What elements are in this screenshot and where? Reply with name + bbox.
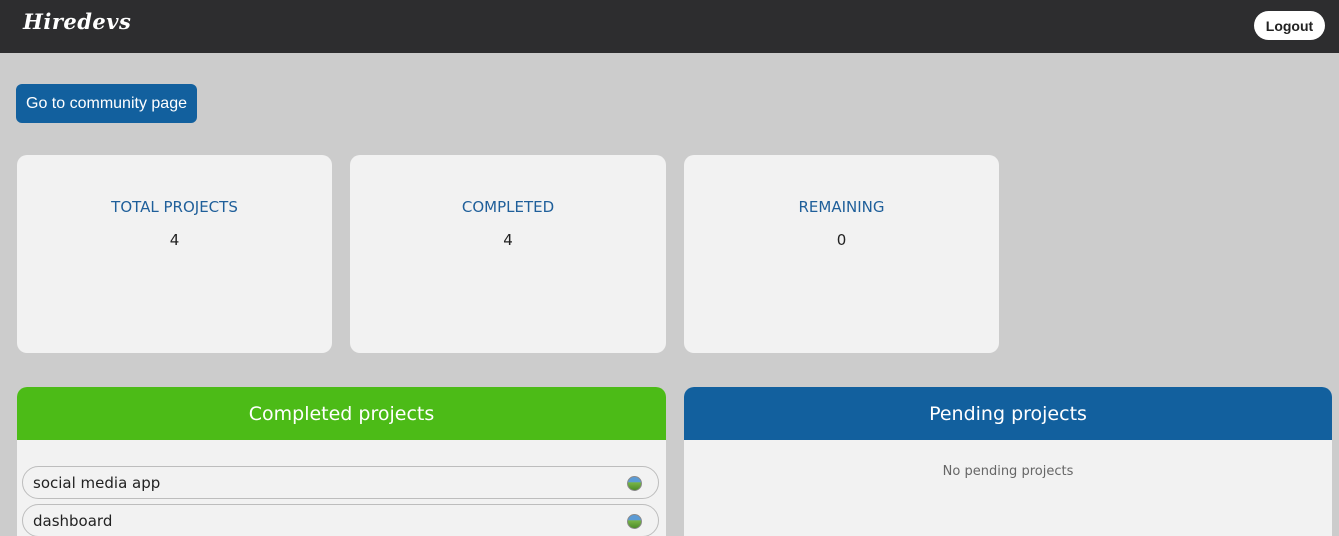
project-name: dashboard xyxy=(33,511,113,530)
completed-projects-panel: Completed projects social media app dash… xyxy=(17,387,666,536)
stat-label: TOTAL PROJECTS xyxy=(111,198,238,216)
community-page-button[interactable]: Go to community page xyxy=(16,84,197,123)
project-name: social media app xyxy=(33,473,161,492)
project-list-item[interactable]: social media app xyxy=(22,466,659,499)
stat-card-completed: COMPLETED 4 xyxy=(350,155,666,353)
stat-label: REMAINING xyxy=(798,198,885,216)
project-list-item[interactable]: dashboard xyxy=(22,504,659,536)
avatar-icon xyxy=(627,514,642,529)
top-navbar: Hiredevs Logout xyxy=(0,0,1339,53)
panel-title: Pending projects xyxy=(684,387,1332,440)
stat-value: 0 xyxy=(836,231,847,249)
empty-state-message: No pending projects xyxy=(942,464,1074,479)
avatar-icon xyxy=(627,476,642,491)
stat-card-remaining: REMAINING 0 xyxy=(684,155,999,353)
stat-value: 4 xyxy=(169,231,180,249)
stat-card-total-projects: TOTAL PROJECTS 4 xyxy=(17,155,332,353)
logout-button[interactable]: Logout xyxy=(1254,11,1325,40)
panel-title: Completed projects xyxy=(17,387,666,440)
stat-value: 4 xyxy=(503,231,513,249)
pending-projects-panel: Pending projects No pending projects xyxy=(684,387,1332,536)
stat-label: COMPLETED xyxy=(461,198,555,216)
app-logo[interactable]: Hiredevs xyxy=(23,9,131,34)
